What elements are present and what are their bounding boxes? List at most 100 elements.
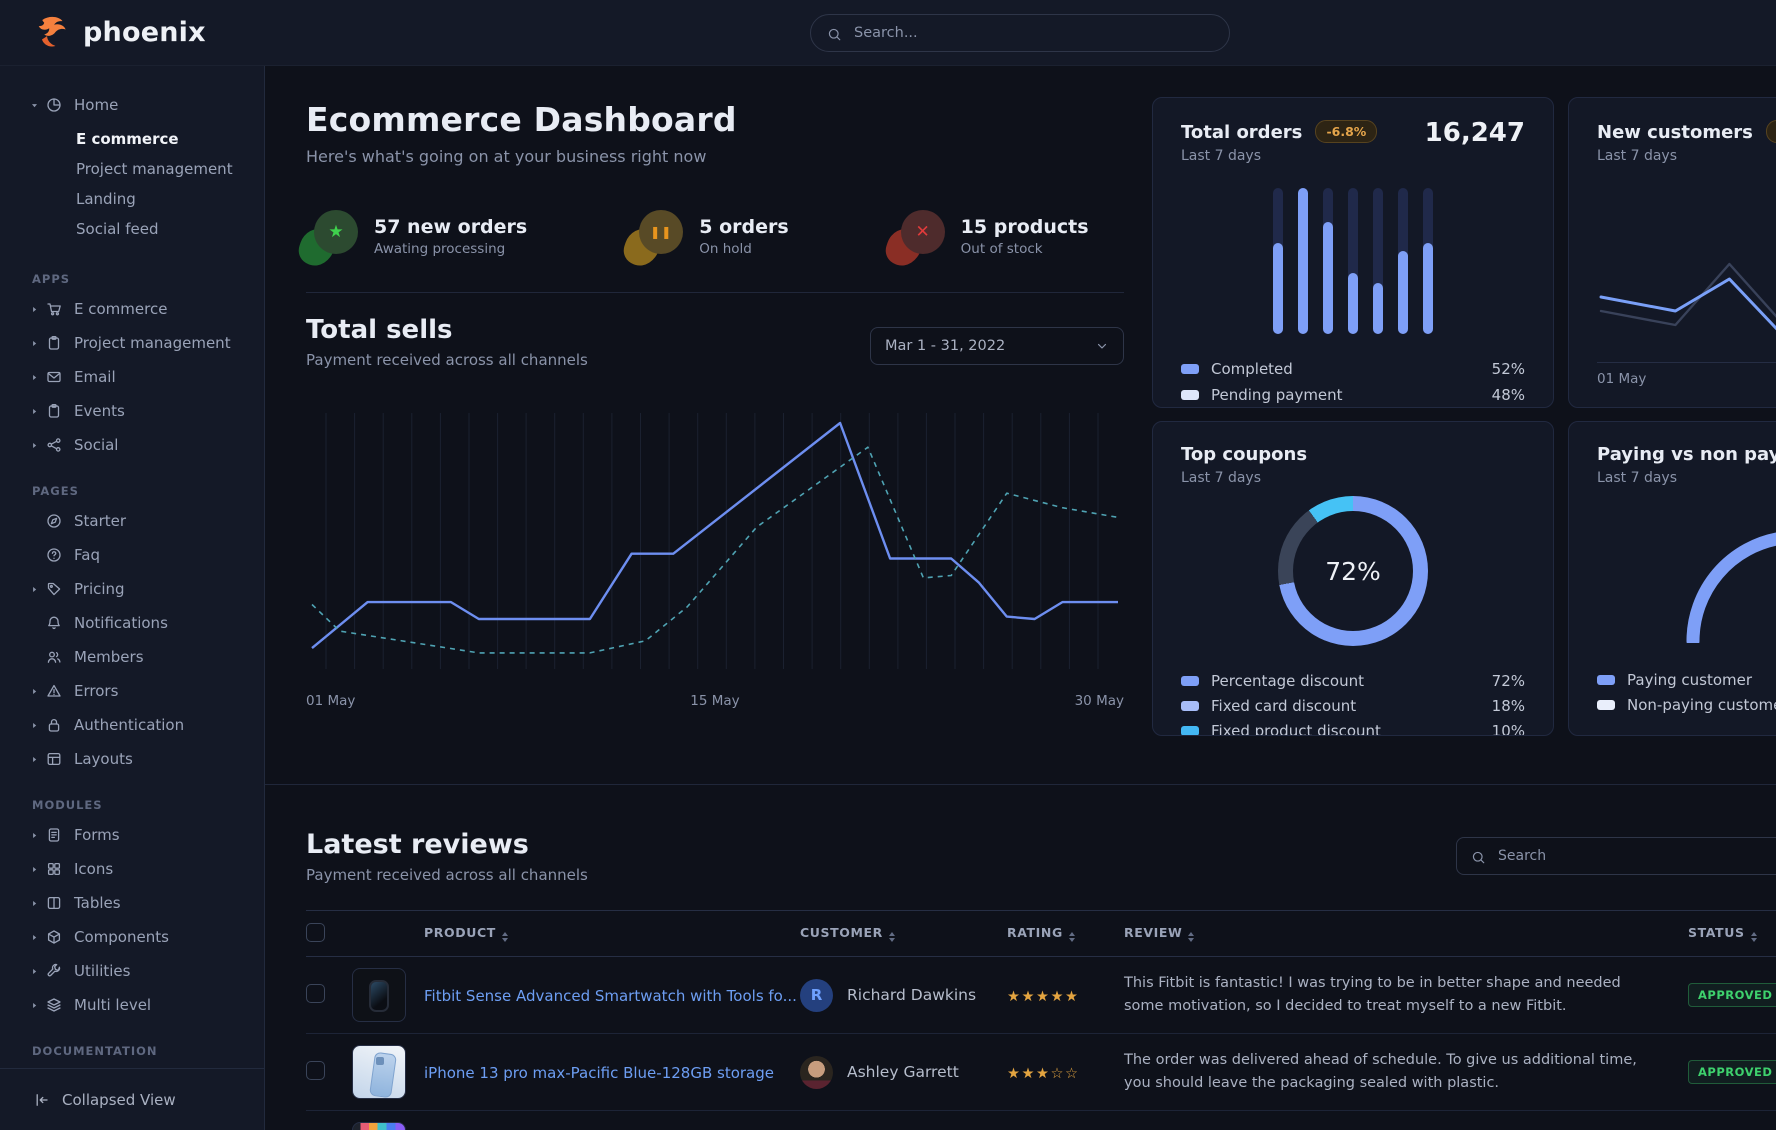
caretr-icon: [30, 865, 39, 874]
trend-badge: -6.8%: [1315, 120, 1377, 143]
paying-legend: Paying customer Non-paying customer: [1597, 667, 1776, 717]
sidebar-item-multi-level[interactable]: Multi level: [0, 988, 264, 1022]
collapse-view-button[interactable]: Collapsed View: [0, 1068, 264, 1130]
global-search[interactable]: [810, 14, 1230, 52]
sidebar-item-layouts[interactable]: Layouts: [0, 742, 264, 776]
sidebar-item-project-management[interactable]: Project management: [0, 326, 264, 360]
sidebar-item-tables[interactable]: Tables: [0, 886, 264, 920]
rating-stars: ★★★☆☆: [1007, 1066, 1080, 1082]
product-link[interactable]: iPhone 13 pro max-Pacific Blue-128GB sto…: [424, 1064, 774, 1082]
legend-label: Non-paying customer: [1627, 696, 1776, 714]
reviews-table: PRODUCTCUSTOMERRATINGREVIEWSTATUS Fitbit…: [306, 910, 1776, 1130]
pie-icon: [46, 97, 62, 113]
global-search-input[interactable]: [852, 24, 1213, 42]
product-link[interactable]: Fitbit Sense Advanced Smartwatch with To…: [424, 987, 797, 1005]
table-row: It's a Mac, after all. Once you've gone …: [306, 1111, 1776, 1130]
sidebar-item-components[interactable]: Components: [0, 920, 264, 954]
page: phoenix HomeE commerceProject management…: [0, 0, 1776, 1130]
bar: [1423, 188, 1433, 334]
status-badge: APPROVED: [1688, 983, 1776, 1007]
x-axis-label: 01 May: [1597, 362, 1776, 387]
sidebar-item-label: Pricing: [74, 580, 125, 598]
sidebar-item-landing[interactable]: Landing: [0, 184, 264, 214]
date-range-select[interactable]: Mar 1 - 31, 2022: [870, 327, 1124, 365]
card-title: Paying vs non paying: [1597, 444, 1776, 465]
caretr-icon: [30, 899, 39, 908]
legend-swatch-icon: [1181, 726, 1199, 736]
sidebar-item-label: E commerce: [74, 300, 167, 318]
caretr-icon: [30, 967, 39, 976]
sidebar-item-members[interactable]: Members: [0, 640, 264, 674]
paying-vs-non-paying-card: Paying vs non paying Last 7 days Paying …: [1568, 421, 1776, 736]
column-header-customer[interactable]: CUSTOMER: [800, 911, 1007, 957]
review-text: This Fitbit is fantastic! I was trying t…: [1124, 972, 1688, 1018]
stat-caption: Awating processing: [374, 241, 527, 257]
sidebar-item-home[interactable]: Home: [0, 88, 264, 122]
sidebar-item-label: Components: [74, 928, 169, 946]
legend-swatch-icon: [1597, 675, 1615, 685]
reviews-search[interactable]: [1456, 837, 1776, 875]
share-icon: [46, 437, 62, 453]
brand[interactable]: phoenix: [34, 14, 206, 52]
sidebar-item-starter[interactable]: Starter: [0, 504, 264, 538]
sidebar-item-forms[interactable]: Forms: [0, 818, 264, 852]
column-header-review[interactable]: REVIEW: [1124, 911, 1688, 957]
x-icon: ✕: [893, 210, 945, 262]
total-orders-card: Total orders -6.8% 16,247 Last 7 days Co…: [1152, 97, 1554, 408]
legend-swatch-icon: [1597, 700, 1615, 710]
table-row: iPhone 13 pro max-Pacific Blue-128GB sto…: [306, 1034, 1776, 1111]
legend-label: Pending payment: [1211, 386, 1343, 404]
legend-value: 52%: [1492, 360, 1525, 378]
sidebar-item-authentication[interactable]: Authentication: [0, 708, 264, 742]
file-icon: [46, 827, 62, 843]
chevdown-icon: [1095, 339, 1109, 353]
legend-row: Completed 52%: [1181, 356, 1525, 382]
thumb-header: [352, 911, 424, 957]
sidebar-item-social[interactable]: Social: [0, 428, 264, 462]
sidebar-item-events[interactable]: Events: [0, 394, 264, 428]
sort-icon: [502, 932, 508, 942]
sidebar-item-label: Notifications: [74, 614, 168, 632]
sidebar-item-faq[interactable]: Faq: [0, 538, 264, 572]
sidebar-item-label: Home: [74, 96, 118, 114]
sidebar-item-notifications[interactable]: Notifications: [0, 606, 264, 640]
sidebar-item-icons[interactable]: Icons: [0, 852, 264, 886]
wrench-icon: [46, 963, 62, 979]
x-tick: 30 May: [1075, 693, 1124, 709]
x-axis-ticks: 01 May15 May30 May: [306, 693, 1124, 709]
sidebar-item-utilities[interactable]: Utilities: [0, 954, 264, 988]
grid-icon: [46, 861, 62, 877]
column-header-status[interactable]: STATUS: [1688, 911, 1776, 957]
select-all-cell: [306, 911, 352, 957]
status-badge: APPROVED: [1688, 1060, 1776, 1084]
sidebar-item-project-management[interactable]: Project management: [0, 154, 264, 184]
column-header-rating[interactable]: RATING: [1007, 911, 1124, 957]
select-all-checkbox[interactable]: [306, 923, 325, 942]
stats-row: ★ 57 new orders Awating processing ❚❚ 5 …: [306, 210, 1124, 262]
sidebar-item-e-commerce[interactable]: E commerce: [0, 124, 264, 154]
sidebar-item-errors[interactable]: Errors: [0, 674, 264, 708]
sidebar-item-label: Forms: [74, 826, 120, 844]
cart-icon: [46, 301, 62, 317]
sort-icon: [1069, 932, 1075, 942]
reviews-search-input[interactable]: [1496, 847, 1776, 865]
row-checkbox[interactable]: [306, 984, 325, 1003]
columns-icon: [46, 895, 62, 911]
sidebar-item-email[interactable]: Email: [0, 360, 264, 394]
x-tick: 01 May: [306, 693, 355, 709]
caretr-icon: [30, 1001, 39, 1010]
sidebar-section-pages: PAGES: [0, 484, 264, 498]
product-thumbnail: [352, 1045, 406, 1099]
sidebar-section-modules: MODULES: [0, 798, 264, 812]
sidebar-item-social-feed[interactable]: Social feed: [0, 214, 264, 244]
sidebar-item-pricing[interactable]: Pricing: [0, 572, 264, 606]
row-checkbox[interactable]: [306, 1061, 325, 1080]
legend-swatch-icon: [1181, 390, 1199, 400]
layout-icon: [46, 751, 62, 767]
review-text: It's a Mac, after all. Once you've gone …: [1124, 1126, 1688, 1130]
collapse-icon: [34, 1091, 50, 1109]
legend-label: Fixed card discount: [1211, 697, 1356, 715]
product-thumbnail: [352, 968, 406, 1022]
column-header-product[interactable]: PRODUCT: [424, 911, 800, 957]
sidebar-item-e-commerce[interactable]: E commerce: [0, 292, 264, 326]
